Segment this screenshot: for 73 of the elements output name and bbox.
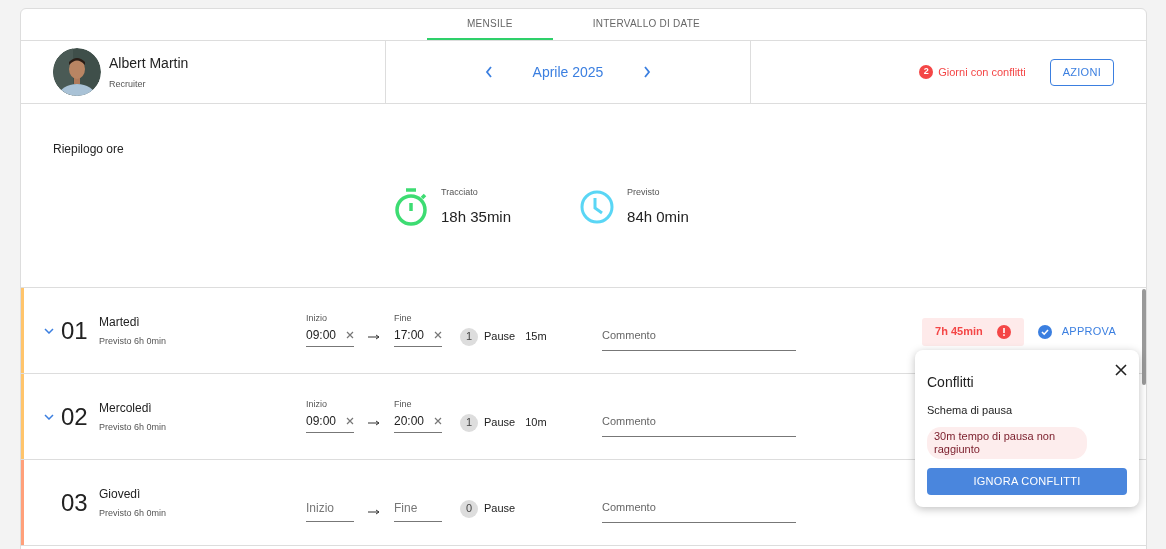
month-label: Aprile 2025 [532,62,604,82]
pause-duration: 10m [525,415,547,431]
previous-icon[interactable] [484,66,493,78]
day-name: Martedì [99,313,141,331]
chevron-icon[interactable] [44,413,54,420]
tab[interactable]: MENSILE [427,9,553,40]
user-name: Albert Martin [109,53,189,73]
alert-icon [996,324,1011,339]
field-label: Inizio [306,400,328,409]
arrow-icon [368,509,380,515]
field-label: Fine [394,400,413,409]
stat-value: 18h 35min [441,206,512,227]
stopwatch-icon [393,187,429,227]
clear-icon[interactable] [346,331,354,339]
day-name: Mercoledì [99,399,153,417]
check-circle-icon [1037,324,1052,339]
pause-label: Pause [484,415,516,431]
scrollbar[interactable] [1142,289,1146,385]
actions-button[interactable]: AZIONI [1049,58,1114,86]
day-number: 02 [61,401,89,432]
expected-hours: Previsto 6h 0min [99,420,168,434]
total-hours: 7h 45min [935,324,983,340]
time-field[interactable]: Inizio 09:00 [306,400,354,433]
clear-icon[interactable] [434,417,442,425]
approve-button[interactable]: APPROVA [1037,323,1116,340]
total-badge[interactable]: 7h 45min [922,317,1024,346]
arrow-icon [368,420,380,426]
arrow-icon [368,334,380,340]
time-field[interactable]: Fine [394,483,442,522]
comment-field[interactable]: Commento [602,310,796,351]
day-name: Giovedì [99,485,142,503]
time-field[interactable]: Inizio [306,483,354,522]
stat-value: 84h 0min [627,206,689,227]
time-value: 09:00 [306,413,337,430]
field-placeholder: Inizio [306,501,334,515]
time-field[interactable]: Fine 20:00 [394,400,442,433]
conflict-count: 2 [919,65,934,79]
field-label: Fine [394,314,413,323]
popover-title: Conflitti [927,373,974,392]
clear-icon[interactable] [346,417,354,425]
chevron-icon[interactable] [44,327,54,334]
ignore-conflicts-button[interactable]: IGNORA CONFLITTI [927,467,1127,495]
expected-hours: Previsto 6h 0min [99,334,168,348]
conflict-label: Giorni con conflitti [938,64,1026,80]
stat-label: Previsto [627,186,661,199]
close-icon[interactable] [1115,364,1127,376]
day-number: 01 [61,315,89,346]
comment-field[interactable]: Commento [602,396,796,437]
stat-label: Tracciato [441,186,479,199]
conflict-type: Schema di pausa [927,403,1013,418]
pause-count: 1 [460,327,478,346]
clock-icon [579,189,616,225]
time-field[interactable]: Inizio 09:00 [306,314,354,347]
time-value: 17:00 [394,327,425,344]
time-field[interactable]: Fine 17:00 [394,314,442,347]
tab[interactable]: INTERVALLO DI DATE [552,9,740,40]
day-number: 03 [61,487,89,518]
pause-label: Pause [484,501,516,517]
pause-label: Pause [484,329,516,345]
time-value: 09:00 [306,327,337,344]
field-placeholder: Fine [394,501,418,515]
user-role: Recruiter [109,77,147,91]
field-label: Inizio [306,314,328,323]
pause-count: 1 [460,413,478,432]
comment-field[interactable]: Commento [602,482,796,523]
next-icon[interactable] [643,66,652,78]
summary-title: Riepilogo ore [53,142,124,156]
pause-duration: 15m [525,329,547,345]
conflict-message: 30m tempo di pausa non raggiunto [927,426,1087,459]
clear-icon[interactable] [434,331,442,339]
time-value: 20:00 [394,413,425,430]
expected-hours: Previsto 6h 0min [99,506,168,520]
pause-count: 0 [460,499,478,518]
